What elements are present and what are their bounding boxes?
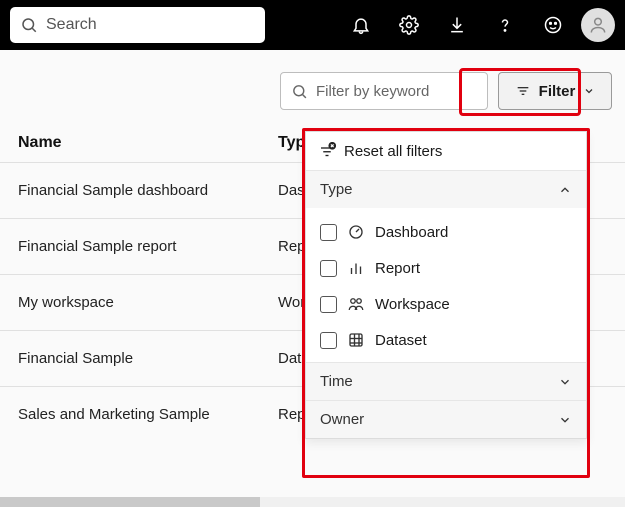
reset-filters-button[interactable]: Reset all filters: [306, 132, 586, 170]
search-icon: [20, 16, 38, 34]
checkbox[interactable]: [320, 260, 337, 277]
row-name: Financial Sample: [18, 350, 278, 367]
filter-button[interactable]: Filter: [498, 72, 612, 110]
filter-section-type[interactable]: Type: [306, 170, 586, 208]
reset-filters-icon: [318, 142, 336, 160]
download-icon[interactable]: [433, 0, 481, 50]
reset-filters-label: Reset all filters: [344, 143, 442, 160]
workspace-icon: [347, 295, 365, 313]
filter-section-owner[interactable]: Owner: [306, 400, 586, 438]
global-search[interactable]: [10, 7, 265, 43]
filter-section-label: Time: [320, 373, 353, 390]
filter-option-label: Workspace: [375, 296, 450, 313]
row-name: My workspace: [18, 294, 278, 311]
feedback-icon[interactable]: [529, 0, 577, 50]
checkbox[interactable]: [320, 296, 337, 313]
settings-icon[interactable]: [385, 0, 433, 50]
checkbox[interactable]: [320, 224, 337, 241]
filter-button-label: Filter: [539, 83, 576, 100]
user-avatar[interactable]: [581, 8, 615, 42]
topbar-icons: [337, 0, 625, 50]
row-name: Financial Sample report: [18, 238, 278, 255]
filter-type-options: Dashboard Report Workspace: [306, 208, 586, 362]
search-icon: [291, 83, 308, 100]
filter-icon: [515, 83, 531, 99]
filter-option-label: Dataset: [375, 332, 427, 349]
filter-section-label: Type: [320, 181, 353, 198]
checkbox[interactable]: [320, 332, 337, 349]
row-name: Sales and Marketing Sample: [18, 406, 278, 423]
col-header-name[interactable]: Name: [18, 134, 278, 152]
notifications-icon[interactable]: [337, 0, 385, 50]
filter-keyword-input-wrap[interactable]: [280, 72, 488, 110]
chevron-down-icon: [558, 375, 572, 389]
dataset-icon: [347, 331, 365, 349]
filter-option-dashboard[interactable]: Dashboard: [306, 214, 586, 250]
filter-panel: Reset all filters Type Dashboard: [305, 131, 587, 439]
chevron-down-icon: [558, 413, 572, 427]
horizontal-scrollbar[interactable]: [0, 497, 625, 507]
filter-option-dataset[interactable]: Dataset: [306, 322, 586, 358]
filter-section-time[interactable]: Time: [306, 362, 586, 400]
filter-section-label: Owner: [320, 411, 364, 428]
dashboard-icon: [347, 223, 365, 241]
filter-option-label: Report: [375, 260, 420, 277]
filter-option-label: Dashboard: [375, 224, 448, 241]
report-icon: [347, 259, 365, 277]
row-name: Financial Sample dashboard: [18, 182, 278, 199]
help-icon[interactable]: [481, 0, 529, 50]
topbar: [0, 0, 625, 50]
scrollbar-thumb[interactable]: [0, 497, 260, 507]
chevron-down-icon: [583, 85, 595, 97]
global-search-input[interactable]: [46, 16, 255, 34]
filter-option-workspace[interactable]: Workspace: [306, 286, 586, 322]
filter-option-report[interactable]: Report: [306, 250, 586, 286]
chevron-up-icon: [558, 183, 572, 197]
toolbar: Filter: [0, 50, 625, 110]
filter-keyword-input[interactable]: [316, 83, 515, 100]
